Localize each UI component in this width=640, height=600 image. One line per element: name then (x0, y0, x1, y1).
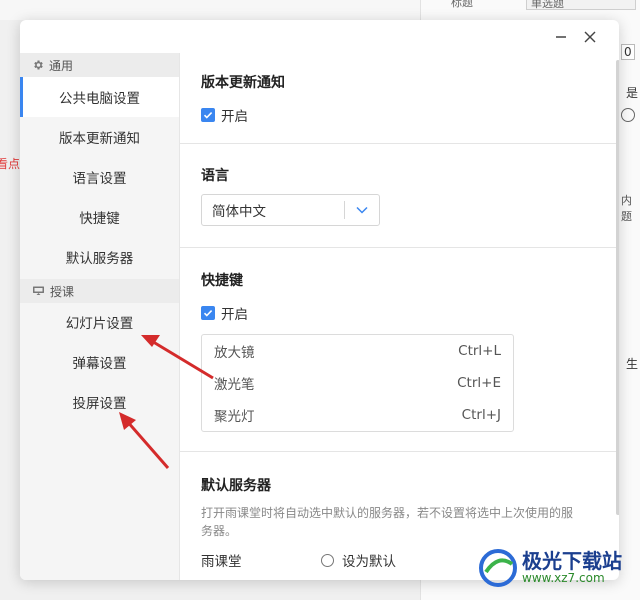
shortcuts-title: 快捷键 (201, 273, 243, 289)
settings-dialog: 通用 公共电脑设置 版本更新通知 语言设置 快捷键 默认服务器 授课 幻灯片设置… (20, 20, 619, 580)
shortcut-row[interactable]: 放大镜 Ctrl+L (202, 335, 513, 367)
shortcut-table: 放大镜 Ctrl+L 激光笔 Ctrl+E 聚光灯 Ctrl+J (201, 334, 514, 432)
settings-content: 版本更新通知 开启 语言 简体中文 快捷键 开启 放大镜 Ctrl+L 激光笔 Ct… (179, 53, 619, 580)
shortcut-name: 激光笔 (214, 377, 255, 393)
set-default-label: 设为默认 (342, 554, 396, 570)
section-divider (180, 451, 619, 452)
sidebar-item-label: 版本更新通知 (59, 131, 140, 147)
sidebar-item-label: 弹幕设置 (72, 356, 127, 372)
background-text: 是 (626, 86, 639, 100)
background-toolbar (0, 0, 420, 20)
background-dropdown[interactable]: 单选题 (526, 0, 636, 10)
projector-icon (33, 286, 44, 295)
shortcut-key: Ctrl+J (461, 407, 501, 423)
shortcuts-checkbox[interactable]: 开启 (201, 303, 248, 323)
sidebar-item-language[interactable]: 语言设置 (20, 157, 179, 197)
settings-sidebar: 通用 公共电脑设置 版本更新通知 语言设置 快捷键 默认服务器 授课 幻灯片设置… (20, 53, 179, 580)
sidebar-item-label: 公共电脑设置 (59, 91, 140, 107)
server-name: 雨课堂 (201, 554, 242, 570)
shortcut-name: 放大镜 (214, 345, 255, 361)
shortcut-name: 聚光灯 (214, 409, 255, 425)
sidebar-item-update-notice[interactable]: 版本更新通知 (20, 117, 179, 157)
background-spin-value[interactable]: 0 (621, 44, 635, 60)
sidebar-item-slides[interactable]: 幻灯片设置 (20, 302, 179, 342)
language-select-value: 简体中文 (212, 204, 266, 220)
section-divider (180, 247, 619, 248)
watermark-url: www.xz7.com (522, 571, 605, 586)
shortcut-key: Ctrl+E (457, 375, 501, 391)
shortcut-key: Ctrl+L (458, 343, 501, 359)
checkbox-checked-icon (201, 108, 215, 122)
close-icon (584, 31, 596, 43)
minimize-icon (556, 36, 566, 38)
background-hint-text: 看点 (0, 157, 21, 171)
sidebar-item-label: 语言设置 (72, 171, 127, 187)
checkbox-label: 开启 (221, 109, 248, 125)
watermark-name: 极光下载站 (522, 549, 622, 574)
checkbox-checked-icon (201, 306, 215, 320)
dialog-titlebar (20, 20, 619, 53)
language-select[interactable]: 简体中文 (201, 194, 380, 226)
default-server-description: 打开雨课堂时将自动选中默认的服务器，若不设置将选中上次使用的服务器。 (201, 506, 574, 538)
default-server-title: 默认服务器 (201, 478, 271, 494)
checkbox-label: 开启 (221, 307, 248, 323)
sidebar-group-label: 通用 (49, 58, 74, 73)
language-title: 语言 (201, 168, 229, 184)
section-divider (180, 143, 619, 144)
sidebar-group-general: 通用 (20, 53, 179, 77)
minimize-button[interactable] (547, 25, 575, 49)
sidebar-item-label: 投屏设置 (72, 396, 127, 412)
content-scrollbar[interactable] (616, 60, 619, 515)
gear-icon (34, 60, 43, 70)
sidebar-group-label: 授课 (50, 284, 75, 299)
background-text-3: 生 (626, 357, 639, 371)
sidebar-item-label: 默认服务器 (65, 251, 134, 267)
sidebar-item-shortcuts[interactable]: 快捷键 (20, 197, 179, 237)
sidebar-item-label: 快捷键 (79, 211, 120, 227)
sidebar-item-screen-cast[interactable]: 投屏设置 (20, 382, 179, 422)
set-default-radio[interactable] (321, 553, 334, 567)
chevron-down-icon (345, 206, 379, 214)
close-button[interactable] (576, 25, 604, 49)
shortcut-row[interactable]: 激光笔 Ctrl+E (202, 367, 513, 399)
background-radio[interactable] (621, 108, 635, 122)
background-label: 标题 (451, 0, 473, 9)
watermark: 极光下载站 www.xz7.com (478, 548, 622, 588)
sidebar-item-default-server[interactable]: 默认服务器 (20, 237, 179, 277)
sidebar-item-public-computer[interactable]: 公共电脑设置 (20, 77, 179, 117)
watermark-logo-icon (479, 549, 517, 587)
update-notice-title: 版本更新通知 (201, 75, 285, 91)
sidebar-group-teaching: 授课 (20, 279, 179, 303)
update-notice-checkbox[interactable]: 开启 (201, 105, 248, 125)
background-text-2: 内题 (621, 194, 632, 223)
sidebar-item-danmaku[interactable]: 弹幕设置 (20, 342, 179, 382)
sidebar-item-label: 幻灯片设置 (65, 316, 134, 332)
shortcut-row[interactable]: 聚光灯 Ctrl+J (202, 399, 513, 431)
